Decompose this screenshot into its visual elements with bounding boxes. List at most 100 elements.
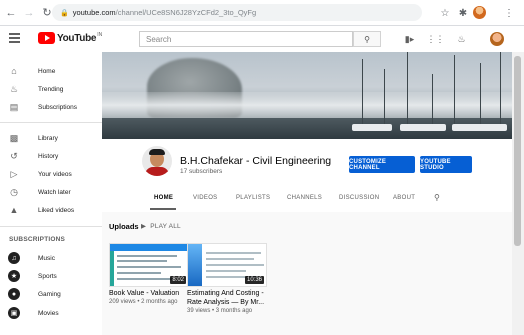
extension-icon[interactable]: ✱ xyxy=(456,6,470,20)
notifications-icon[interactable]: ♨ xyxy=(456,34,467,45)
video-thumbnail[interactable]: 10:36 xyxy=(187,243,267,287)
account-avatar[interactable] xyxy=(490,32,504,46)
url-host: youtube.com xyxy=(72,8,116,17)
subscriber-count: 17 subscribers xyxy=(180,168,223,175)
clock-icon: ◷ xyxy=(10,186,18,197)
your-videos-icon: ▷ xyxy=(10,168,18,179)
thumbnail-text-line xyxy=(117,272,161,274)
video-meta: 39 views • 3 months ago xyxy=(187,308,253,314)
youtube-play-icon xyxy=(38,32,55,44)
video-duration: 10:36 xyxy=(244,276,264,284)
boat-mast xyxy=(362,59,364,129)
sidebar-item-sports[interactable]: ★ Sports xyxy=(0,267,102,285)
sidebar-item-history[interactable]: ↺ History xyxy=(0,147,102,165)
browser-profile-avatar[interactable] xyxy=(473,6,486,19)
avatar-shirt xyxy=(145,167,169,176)
thumbnail-text-line xyxy=(206,270,246,272)
sidebar-item-label: Watch later xyxy=(38,188,71,196)
sidebar-item-subscriptions[interactable]: ▤ Subscriptions xyxy=(0,98,102,116)
youtube-studio-button[interactable]: YOUTUBE STUDIO xyxy=(420,156,472,173)
create-video-icon[interactable]: ▮▸ xyxy=(404,34,415,45)
sidebar-divider xyxy=(0,122,102,123)
channel-avatar[interactable] xyxy=(142,146,172,176)
thumbnail-text-line xyxy=(117,255,177,257)
boat-mast xyxy=(384,69,386,129)
boat-mast xyxy=(500,52,502,129)
boat-hull xyxy=(452,124,507,131)
sidebar-item-gaming[interactable]: ● Gaming xyxy=(0,285,102,303)
sidebar-item-label: Your videos xyxy=(38,170,72,178)
trophy-icon: ★ xyxy=(8,270,20,282)
youtube-logo[interactable]: YouTube IN xyxy=(38,32,102,44)
thumbnail-header-bar xyxy=(110,244,188,251)
browser-menu-icon[interactable]: ⋮ xyxy=(502,6,516,20)
sidebar-item-home[interactable]: ⌂ Home xyxy=(0,62,102,80)
sidebar-item-music[interactable]: ♫ Music xyxy=(0,249,102,267)
sidebar-item-your-videos[interactable]: ▷ Your videos xyxy=(0,165,102,183)
apps-icon[interactable]: ⋮⋮ xyxy=(427,34,445,45)
forward-icon[interactable]: → xyxy=(22,6,36,20)
fire-icon: ♨ xyxy=(9,83,19,94)
play-all-label: PLAY ALL xyxy=(150,223,181,230)
boat-hull xyxy=(352,124,392,131)
sidebar-item-liked-videos[interactable]: ▲ Liked videos xyxy=(0,201,102,219)
tab-discussion[interactable]: DISCUSSION xyxy=(339,195,379,201)
back-icon[interactable]: ← xyxy=(4,6,18,20)
scrollbar-thumb[interactable] xyxy=(514,56,521,246)
channel-search-icon[interactable]: ⚲ xyxy=(434,193,440,202)
tab-home[interactable]: HOME xyxy=(154,195,173,201)
thumb-up-icon: ▲ xyxy=(9,205,19,215)
tab-videos[interactable]: VIDEOS xyxy=(193,195,217,201)
boat-mast xyxy=(432,74,434,129)
sidebar-item-label: Home xyxy=(38,67,56,75)
youtube-channel-page: ← → ↻ 🔒 youtube.com/channel/UCe8SN6J28Yz… xyxy=(0,0,524,335)
library-icon: ▩ xyxy=(9,132,19,143)
sidebar-item-label: Music xyxy=(38,254,55,262)
lock-icon: 🔒 xyxy=(60,9,69,17)
sidebar-item-label: Sports xyxy=(38,272,57,280)
address-bar[interactable]: 🔒 youtube.com/channel/UCe8SN6J28YzCFd2_3… xyxy=(52,4,422,21)
tab-playlists[interactable]: PLAYLISTS xyxy=(236,195,270,201)
video-title[interactable]: Book Value - Valuation xyxy=(109,289,179,298)
banner-fog xyxy=(102,92,512,118)
video-thumbnail[interactable]: 8:02 xyxy=(109,243,189,287)
video-duration: 8:02 xyxy=(170,276,186,284)
video-title-line: Rate Analysis — By Mr... xyxy=(187,299,265,306)
browser-toolbar: ← → ↻ 🔒 youtube.com/channel/UCe8SN6J28Yz… xyxy=(0,0,524,26)
sidebar-item-label: Movies xyxy=(38,309,59,317)
thumbnail-text-line xyxy=(117,260,167,262)
music-icon: ♫ xyxy=(8,252,20,264)
active-tab-indicator xyxy=(150,208,176,210)
sidebar-item-label: Trending xyxy=(38,85,64,93)
video-title-line: Estimating And Costing - xyxy=(187,290,264,297)
uploads-heading[interactable]: Uploads xyxy=(109,222,139,231)
sidebar-item-watch-later[interactable]: ◷ Watch later xyxy=(0,183,102,201)
sidebar-divider xyxy=(0,226,102,227)
tab-channels[interactable]: CHANNELS xyxy=(287,195,322,201)
menu-icon[interactable] xyxy=(9,33,20,43)
channel-banner xyxy=(102,52,512,139)
subscriptions-heading: SUBSCRIPTIONS xyxy=(9,236,66,243)
subscriptions-icon: ▤ xyxy=(9,101,19,112)
play-all-button[interactable]: ▶ PLAY ALL xyxy=(141,222,181,230)
sidebar-item-label: Subscriptions xyxy=(38,103,78,111)
tab-about[interactable]: ABOUT xyxy=(393,195,415,201)
star-icon[interactable]: ☆ xyxy=(438,6,452,20)
sidebar-item-label: Library xyxy=(38,134,58,142)
boat-mast xyxy=(454,55,456,129)
country-code: IN xyxy=(97,32,103,38)
search-button[interactable]: ⚲ xyxy=(353,31,381,47)
video-title[interactable]: Estimating And Costing - Rate Analysis —… xyxy=(187,289,264,307)
thumbnail-text-line xyxy=(206,258,254,260)
sidebar-item-label: Gaming xyxy=(38,290,61,298)
sidebar-item-library[interactable]: ▩ Library xyxy=(0,129,102,147)
thumbnail-side-block xyxy=(188,244,202,286)
sidebar-item-movies[interactable]: ▣ Movies xyxy=(0,304,102,322)
customize-channel-button[interactable]: CUSTOMIZE CHANNEL xyxy=(349,156,415,173)
home-icon: ⌂ xyxy=(11,66,17,76)
url-path: /channel/UCe8SN6J28YzCFd2_3to_QyFg xyxy=(115,8,257,17)
sidebar-item-trending[interactable]: ♨ Trending xyxy=(0,80,102,98)
search-input[interactable]: Search xyxy=(139,31,353,47)
logo-text: YouTube xyxy=(57,32,97,44)
thumbnail-text-line xyxy=(206,264,264,266)
